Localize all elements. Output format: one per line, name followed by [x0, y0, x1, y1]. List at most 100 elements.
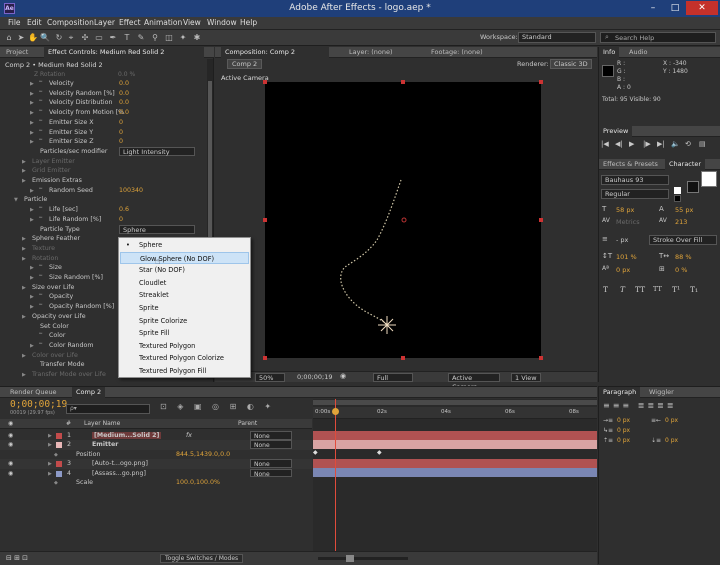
- parent-dropdown[interactable]: None: [250, 459, 292, 468]
- zoom-slider[interactable]: [318, 555, 408, 562]
- track-bar[interactable]: [313, 468, 597, 477]
- particle-type-option[interactable]: Streaklet: [120, 289, 249, 302]
- indent-left-value[interactable]: 0 px: [617, 417, 630, 424]
- pen-tool-icon[interactable]: ✒: [108, 33, 118, 43]
- stopwatch-icon[interactable]: ᵚ: [39, 264, 42, 270]
- camera-dropdown[interactable]: Active Camera: [448, 373, 500, 391]
- property-value[interactable]: 0.6: [119, 206, 129, 213]
- track-bar[interactable]: [313, 459, 597, 468]
- small-caps-button[interactable]: TT: [653, 285, 662, 293]
- expand-triangle-icon[interactable]: ▶: [30, 304, 34, 310]
- font-family-dropdown[interactable]: Bauhaus 93: [601, 175, 669, 185]
- property-row[interactable]: ▶ ᵚ Velocity Distribution 0.0: [0, 98, 206, 108]
- timeline-track-area[interactable]: 0:00s 02s 04s 06s 08s ◆ ◆: [313, 399, 597, 551]
- all-caps-button[interactable]: TT: [635, 285, 645, 294]
- tab-audio[interactable]: Audio: [625, 47, 651, 58]
- property-row[interactable]: ▶ ᵚ Life Random [%] 0: [0, 215, 206, 225]
- tab-preview[interactable]: Preview: [599, 126, 633, 137]
- particle-type-option[interactable]: Sprite: [120, 302, 249, 315]
- tab-effect-controls[interactable]: Effect Controls: Medium Red Solid 2: [44, 47, 204, 58]
- tab-project[interactable]: Project: [2, 47, 32, 58]
- expand-triangle-icon[interactable]: ▶: [30, 188, 34, 194]
- subscript-button[interactable]: T₁: [690, 285, 698, 294]
- work-area-bar[interactable]: [313, 400, 597, 405]
- maximize-button[interactable]: □: [664, 1, 686, 15]
- label-color-swatch[interactable]: [56, 433, 62, 439]
- alignment-buttons[interactable]: ≡≡≡ ≣≣≣≣: [603, 401, 676, 410]
- stopwatch-icon[interactable]: ᵚ: [39, 187, 42, 193]
- expand-triangle-icon[interactable]: ▶: [22, 178, 26, 184]
- comp-button[interactable]: Comp 2: [227, 59, 263, 69]
- stroke-type-dropdown[interactable]: Stroke Over Fill: [649, 235, 717, 245]
- particle-type-option[interactable]: Textured Polygon Colorize: [120, 352, 249, 365]
- expand-triangle-icon[interactable]: ▶: [30, 265, 34, 271]
- tab-paragraph[interactable]: Paragraph: [599, 387, 641, 398]
- property-row[interactable]: ▶ ᵚ Emitter Size Y 0: [0, 128, 206, 138]
- menu-effect[interactable]: Effect: [119, 18, 141, 27]
- indent-right-value[interactable]: 0 px: [665, 417, 678, 424]
- parent-dropdown[interactable]: None: [250, 440, 292, 449]
- font-size-value[interactable]: 58 px: [616, 206, 634, 214]
- layer-name[interactable]: [Medium...Solid 2]: [92, 432, 162, 439]
- tab-comp-2[interactable]: Comp 2: [72, 387, 106, 398]
- expand-triangle-icon[interactable]: ▶: [22, 168, 26, 174]
- horizontal-scale-value[interactable]: 88 %: [675, 253, 692, 261]
- fill-color-swatch[interactable]: [701, 171, 717, 187]
- property-row[interactable]: ▶ ᵚ Life [sec] 0.6: [0, 205, 206, 215]
- eraser-tool-icon[interactable]: ◫: [164, 33, 174, 43]
- eye-icon[interactable]: ◉: [8, 441, 13, 448]
- black-swatch[interactable]: [674, 195, 681, 202]
- tab-footage[interactable]: Footage: (none): [427, 47, 487, 58]
- preview-control-button[interactable]: |◀: [601, 140, 609, 148]
- space-before-value[interactable]: 0 px: [617, 437, 630, 444]
- property-row[interactable]: ▼ Particle: [0, 195, 206, 205]
- menu-animation[interactable]: Animation: [144, 18, 182, 27]
- resolution-dropdown[interactable]: Full: [373, 373, 413, 382]
- stopwatch-icon[interactable]: ᵚ: [39, 109, 42, 115]
- camera-tool-icon[interactable]: ⌖: [66, 33, 76, 43]
- stopwatch-icon[interactable]: ᵚ: [39, 119, 42, 125]
- vertical-scale-value[interactable]: 101 %: [616, 253, 637, 261]
- expand-triangle-icon[interactable]: ▶: [22, 353, 26, 359]
- tab-effects-presets[interactable]: Effects & Presets: [599, 159, 662, 170]
- tab-render-queue[interactable]: Render Queue: [6, 387, 61, 398]
- expand-triangle-icon[interactable]: ▶: [48, 471, 52, 477]
- property-row[interactable]: ▶ ᵚ Emitter Size Z 0: [0, 137, 206, 147]
- particle-type-option[interactable]: Textured Polygon: [120, 340, 249, 353]
- menu-edit[interactable]: Edit: [27, 18, 42, 27]
- expand-triangle-icon[interactable]: ▶: [30, 110, 34, 116]
- handle[interactable]: [263, 356, 267, 360]
- layer-row[interactable]: ◉ ▶ 4 [Assass...go.png] None: [0, 468, 312, 478]
- track-bar[interactable]: [313, 440, 597, 449]
- property-row[interactable]: ▶ ᵚ Velocity Random [%] 0.0: [0, 89, 206, 99]
- search-help-field[interactable]: ⌕ Search Help: [600, 32, 716, 43]
- preview-control-button[interactable]: ⟲: [685, 140, 691, 148]
- particle-type-option[interactable]: Cloudlet: [120, 277, 249, 290]
- property-row[interactable]: ▶ ᵚ Velocity 0.0: [0, 79, 206, 89]
- property-row[interactable]: ◆ Scale 100.0,100.0%: [0, 478, 312, 487]
- expand-triangle-icon[interactable]: ▶: [30, 343, 34, 349]
- faux-italic-button[interactable]: T: [620, 285, 625, 294]
- selection-tool-icon[interactable]: ➤: [16, 33, 26, 43]
- zoom-tool-icon[interactable]: 🔍: [40, 33, 50, 43]
- property-dropdown[interactable]: Sphere: [119, 224, 195, 234]
- stopwatch-icon[interactable]: ᵚ: [39, 206, 42, 212]
- stopwatch-icon[interactable]: ᵚ: [39, 274, 42, 280]
- stopwatch-icon[interactable]: ᵚ: [39, 99, 42, 105]
- superscript-button[interactable]: T¹: [672, 285, 680, 294]
- time-ruler[interactable]: 0:00s 02s 04s 06s 08s: [313, 407, 597, 419]
- menu-composition[interactable]: Composition: [47, 18, 94, 27]
- handle[interactable]: [263, 80, 267, 84]
- handle[interactable]: [539, 218, 543, 222]
- workspace-dropdown[interactable]: Standard: [518, 32, 596, 43]
- menu-layer[interactable]: Layer: [94, 18, 115, 27]
- property-row[interactable]: ▶ Emission Extras: [0, 176, 206, 186]
- property-value[interactable]: 0: [119, 119, 123, 126]
- preview-control-button[interactable]: |▶: [643, 140, 651, 148]
- expand-triangle-icon[interactable]: ▶: [30, 81, 34, 87]
- stopwatch-icon[interactable]: ᵚ: [39, 342, 42, 348]
- stroke-color-swatch[interactable]: [687, 181, 699, 193]
- minimize-button[interactable]: –: [642, 1, 664, 15]
- stopwatch-icon[interactable]: ᵚ: [39, 80, 42, 86]
- expand-triangle-icon[interactable]: ▶: [30, 130, 34, 136]
